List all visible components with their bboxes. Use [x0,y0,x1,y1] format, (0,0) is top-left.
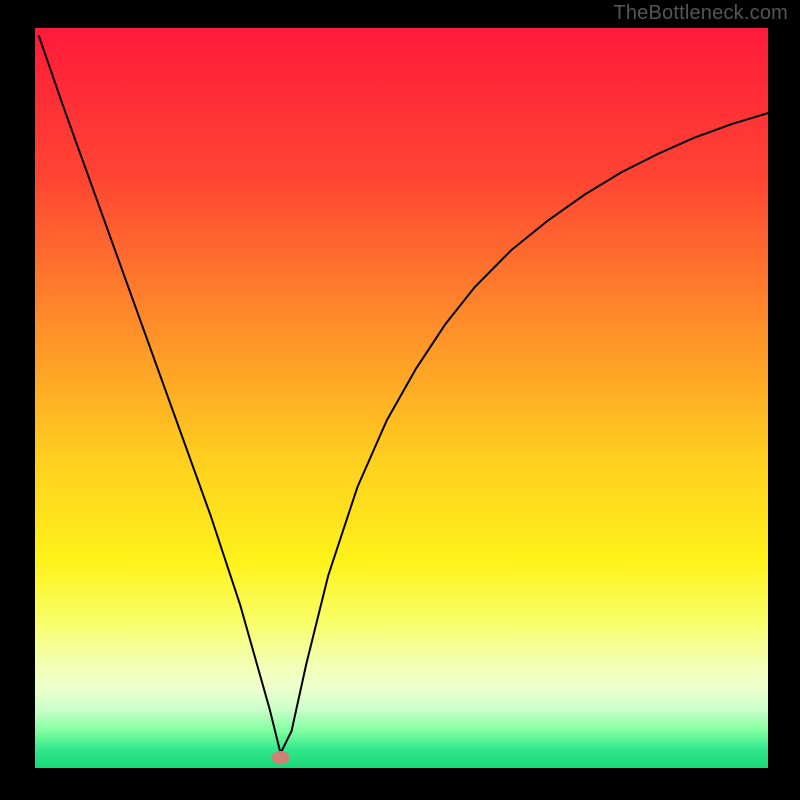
chart-plot-area [35,28,768,768]
chart-svg [35,28,768,768]
chart-background [35,28,768,768]
marker-minimum-point [272,751,290,764]
watermark-text: TheBottleneck.com [613,2,788,25]
